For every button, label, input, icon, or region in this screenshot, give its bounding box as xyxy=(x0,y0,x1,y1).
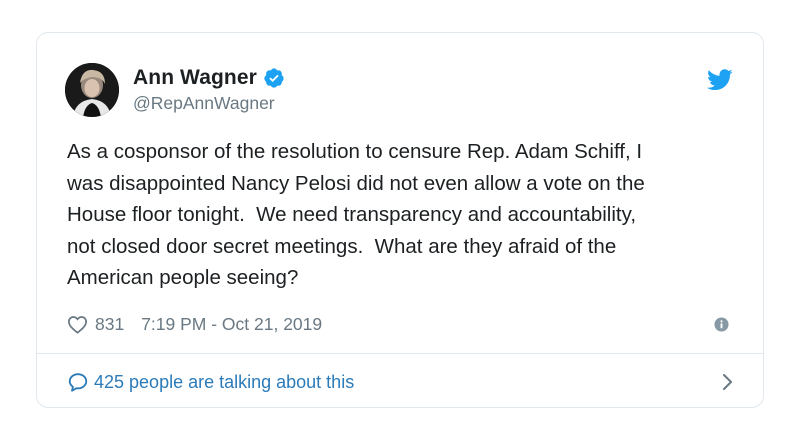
author-handle[interactable]: @RepAnnWagner xyxy=(133,93,285,114)
author-block: Ann Wagner @RepAnnWagner xyxy=(133,64,285,114)
conversation-link[interactable]: 425 people are talking about this xyxy=(67,367,733,397)
like-count[interactable]: 831 xyxy=(95,314,124,335)
conversation-link-text: 425 people are talking about this xyxy=(94,371,355,392)
twitter-bird-icon[interactable] xyxy=(707,69,733,91)
conversation-link-content: 425 people are talking about this xyxy=(67,371,354,393)
avatar[interactable] xyxy=(65,63,119,117)
tweet-text: As a cosponsor of the resolution to cens… xyxy=(67,140,645,290)
chevron-right-icon xyxy=(721,373,733,391)
speech-bubble-icon xyxy=(67,371,89,393)
divider xyxy=(37,353,763,354)
tweet-meta: 831 7:19 PM - Oct 21, 2019 xyxy=(67,312,322,336)
embedded-tweet-card: Ann Wagner @RepAnnWagner As a cosponsor … xyxy=(36,32,764,408)
avatar-photo xyxy=(65,63,119,117)
tweet-timestamp[interactable]: 7:19 PM - Oct 21, 2019 xyxy=(141,314,322,335)
info-icon[interactable] xyxy=(714,317,729,332)
author-name-row: Ann Wagner xyxy=(133,64,285,92)
verified-badge-icon xyxy=(263,67,285,89)
author-name[interactable]: Ann Wagner xyxy=(133,66,257,90)
heart-icon[interactable] xyxy=(67,315,88,334)
